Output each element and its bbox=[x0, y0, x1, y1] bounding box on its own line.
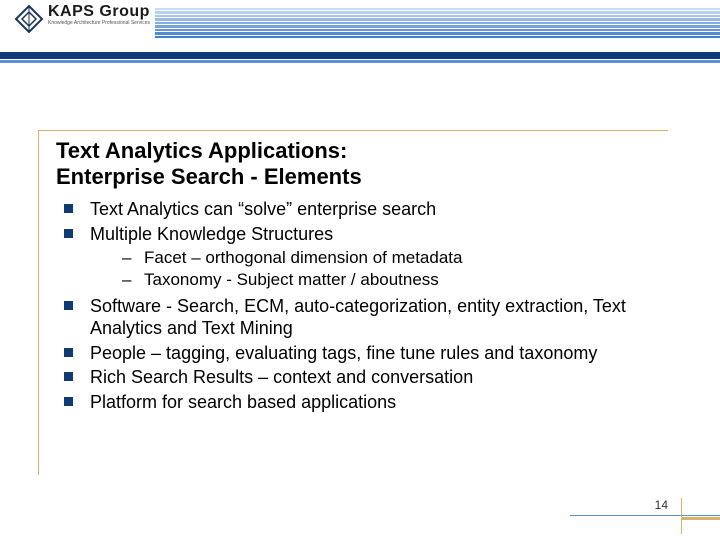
bullet-item: Text Analytics can “solve” enterprise se… bbox=[60, 198, 660, 221]
logo: KAPS Group Knowledge Architecture Profes… bbox=[14, 4, 150, 34]
sub-bullet-item: Taxonomy - Subject matter / aboutness bbox=[90, 269, 660, 290]
bullet-text: Multiple Knowledge Structures bbox=[90, 224, 333, 244]
bullet-item: Multiple Knowledge Structures Facet – or… bbox=[60, 223, 660, 291]
bullet-item: Platform for search based applications bbox=[60, 391, 660, 414]
header-stripes bbox=[155, 8, 720, 38]
bullet-item: Software - Search, ECM, auto-categorizat… bbox=[60, 295, 660, 340]
stripe bbox=[155, 18, 720, 20]
bullet-text: People – tagging, evaluating tags, fine … bbox=[90, 343, 597, 363]
footer-accent-bar bbox=[682, 517, 720, 520]
bullet-item: Rich Search Results – context and conver… bbox=[60, 366, 660, 389]
sub-bullet-text: Taxonomy - Subject matter / aboutness bbox=[144, 270, 439, 289]
sub-bullet-text: Facet – orthogonal dimension of metadata bbox=[144, 248, 462, 267]
sub-bullet-list: Facet – orthogonal dimension of metadata… bbox=[90, 247, 660, 291]
bullet-text: Text Analytics can “solve” enterprise se… bbox=[90, 199, 436, 219]
bullet-text: Platform for search based applications bbox=[90, 392, 396, 412]
slide-title: Text Analytics Applications: Enterprise … bbox=[56, 138, 362, 190]
stripe bbox=[155, 15, 720, 17]
stripe bbox=[155, 11, 720, 13]
slide: KAPS Group Knowledge Architecture Profes… bbox=[0, 0, 720, 540]
bullet-text: Rich Search Results – context and conver… bbox=[90, 367, 473, 387]
slide-header: KAPS Group Knowledge Architecture Profes… bbox=[0, 0, 720, 70]
slide-body: Text Analytics can “solve” enterprise se… bbox=[60, 198, 660, 415]
logo-text-wrap: KAPS Group Knowledge Architecture Profes… bbox=[48, 4, 150, 26]
footer-accent-vertical bbox=[681, 498, 682, 534]
logo-text: KAPS Group bbox=[48, 4, 150, 20]
bullet-list: Text Analytics can “solve” enterprise se… bbox=[60, 198, 660, 413]
stripe bbox=[155, 36, 720, 38]
stripe bbox=[155, 22, 720, 24]
header-underline-dark bbox=[0, 52, 720, 59]
stripe bbox=[155, 29, 720, 31]
logo-tagline: Knowledge Architecture Professional Serv… bbox=[48, 21, 150, 26]
title-line-1: Text Analytics Applications: bbox=[56, 138, 347, 163]
bullet-item: People – tagging, evaluating tags, fine … bbox=[60, 342, 660, 365]
footer-accent-line bbox=[570, 515, 720, 516]
title-line-2: Enterprise Search - Elements bbox=[56, 164, 362, 189]
stripe bbox=[155, 25, 720, 27]
page-number: 14 bbox=[655, 498, 668, 512]
sub-bullet-item: Facet – orthogonal dimension of metadata bbox=[90, 247, 660, 268]
stripe bbox=[155, 8, 720, 10]
bullet-text: Software - Search, ECM, auto-categorizat… bbox=[90, 296, 626, 339]
header-underline-light bbox=[0, 60, 720, 63]
logo-mark-icon bbox=[14, 4, 44, 34]
stripe bbox=[155, 32, 720, 34]
